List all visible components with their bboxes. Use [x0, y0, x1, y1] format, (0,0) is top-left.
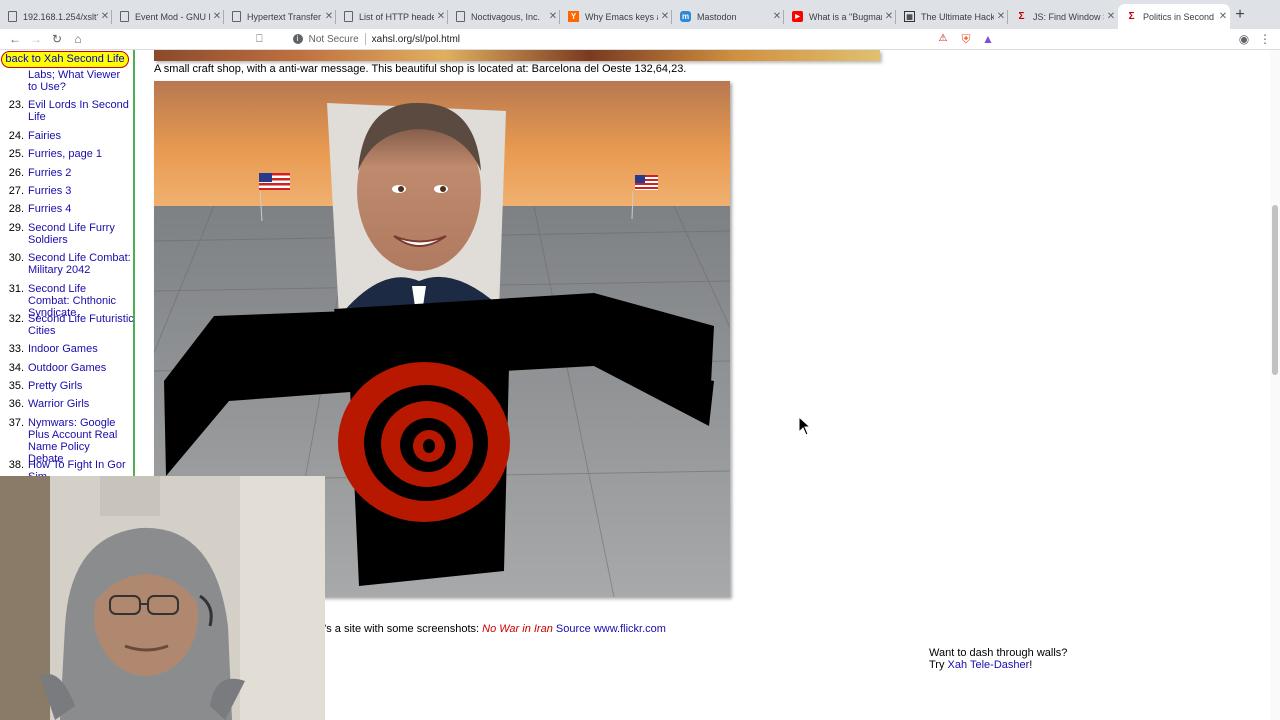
close-icon[interactable]: ✕ [1104, 11, 1118, 22]
youtube-icon: ▶ [792, 11, 803, 22]
close-icon[interactable]: ✕ [434, 11, 448, 22]
tab-strip: 192.168.1.254/xslt?... ✕ Event Mod - GNU… [0, 0, 1280, 29]
sidebar-item[interactable]: 24. Fairies [6, 130, 133, 142]
sidebar-item[interactable]: 26. Furries 2 [6, 167, 133, 179]
hackernews-icon: Y [568, 11, 579, 22]
brave-shield-icon[interactable]: ⛨ [958, 31, 974, 47]
close-icon[interactable]: ✕ [882, 11, 896, 22]
banner-image [154, 50, 880, 61]
tab-8[interactable]: ▶ What is a "Bugman"... ✕ [784, 4, 896, 29]
tab-title: List of HTTP heade... [359, 11, 434, 22]
sidebar-item[interactable]: 29. Second Life Furry Soldiers [6, 222, 133, 246]
tab-title: The Ultimate Hacki... [921, 11, 994, 22]
xah-tele-dasher-link[interactable]: Xah Tele-Dasher [948, 659, 1030, 671]
reload-icon[interactable]: ↻ [49, 31, 65, 47]
menu-icon[interactable]: ⋮ [1257, 31, 1273, 47]
tab-title: Hypertext Transfer ... [247, 11, 322, 22]
flickr-link[interactable]: www.flickr.com [594, 623, 666, 635]
doc-icon [8, 11, 17, 22]
tab-title: 192.168.1.254/xslt?... [23, 11, 98, 22]
browser-toolbar: ← → ↻ ⌂ ⎕ i Not Secure xahsl.org/sl/pol.… [0, 29, 1280, 50]
tab-title: Noctivagous, Inc. [471, 11, 541, 22]
tab-title: JS: Find Window Si... [1033, 11, 1104, 22]
close-icon[interactable]: ✕ [994, 11, 1008, 22]
scrollbar-thumb[interactable] [1272, 205, 1278, 375]
rewards-icon[interactable]: ▲ [980, 31, 996, 47]
sidebar-item-viewer[interactable]: Labs; What Viewer to Use? [28, 69, 132, 93]
forward-arrow-icon[interactable]: → [28, 31, 44, 47]
scrollbar-track[interactable] [1270, 50, 1280, 720]
tab-10[interactable]: Σ JS: Find Window Si... ✕ [1008, 4, 1118, 29]
site-icon: ▦ [904, 11, 915, 22]
close-icon[interactable]: ✕ [322, 11, 336, 22]
photo-caption: A small craft shop, with a anti-war mess… [154, 63, 687, 75]
profile-icon[interactable]: ◉ [1236, 31, 1252, 47]
tab-6[interactable]: Y Why Emacs keys ar... ✕ [560, 4, 672, 29]
tele-dasher-ad: Want to dash through walls? Try Xah Tele… [929, 647, 1068, 671]
blocked-icon[interactable]: ⚠ [935, 31, 951, 47]
tab-active[interactable]: Σ Politics in Second L... ✕ [1118, 4, 1230, 29]
tab-4[interactable]: List of HTTP heade... ✕ [336, 4, 448, 29]
security-label: Not Secure [308, 33, 359, 45]
back-arrow-icon[interactable]: ← [7, 31, 23, 47]
close-icon[interactable]: ✕ [98, 11, 112, 22]
sidebar-item[interactable]: 32. Second Life Futuristic Cities [6, 313, 133, 337]
tab-1[interactable]: 192.168.1.254/xslt?... ✕ [0, 4, 112, 29]
info-icon[interactable]: i [292, 34, 303, 44]
url-text[interactable]: xahsl.org/sl/pol.html [372, 34, 460, 45]
sidebar-item[interactable]: 27. Furries 3 [6, 185, 133, 197]
tab-5[interactable]: Noctivagous, Inc. ✕ [448, 4, 560, 29]
sidebar-item[interactable]: 37. Nymwars: Google Plus Account Real Nam… [6, 417, 133, 465]
close-icon[interactable]: ✕ [210, 11, 224, 22]
doc-icon [344, 11, 353, 22]
source-label[interactable]: Source [556, 623, 591, 635]
tab-title: What is a "Bugman"... [809, 11, 882, 22]
dash-question: Want to dash through walls? [929, 647, 1068, 659]
tab-title: Mastodon [697, 11, 737, 22]
home-icon[interactable]: ⌂ [70, 31, 86, 47]
webcam-overlay [0, 476, 325, 720]
tab-9[interactable]: ▦ The Ultimate Hacki... ✕ [896, 4, 1008, 29]
doc-icon [120, 11, 129, 22]
sidebar-item[interactable]: 34. Outdoor Games [6, 362, 133, 374]
tab-2[interactable]: Event Mod - GNU E... ✕ [112, 4, 224, 29]
no-war-in-iran-title: No War in Iran [482, 623, 553, 635]
screenshots-source-line: e's a site with some screenshots: No War… [318, 623, 666, 635]
close-icon[interactable]: ✕ [546, 11, 560, 22]
sidebar-item[interactable]: 35. Pretty Girls [6, 380, 133, 392]
sidebar-item[interactable]: 28. Furries 4 [6, 203, 133, 215]
sidebar-item[interactable]: 38.How To Fight In Gor Sim [6, 459, 133, 476]
sidebar-item[interactable]: 25. Furries, page 1 [6, 148, 133, 160]
sidebar-item[interactable]: 36. Warrior Girls [6, 398, 133, 410]
bookmark-icon[interactable]: ⎕ [256, 33, 263, 46]
doc-icon [456, 11, 465, 22]
sidebar-item[interactable]: 33. Indoor Games [6, 343, 133, 355]
doc-icon [232, 11, 241, 22]
sidebar-nav: back to Xah Second Life Labs; What Viewe… [0, 50, 135, 476]
tab-7[interactable]: m Mastodon ✕ [672, 4, 784, 29]
sigma-icon: Σ [1018, 11, 1025, 22]
new-tab-button[interactable]: + [1232, 6, 1248, 24]
close-icon[interactable]: ✕ [770, 11, 784, 22]
sidebar-item[interactable]: 23. Evil Lords In Second Life [6, 99, 133, 123]
tab-title: Why Emacs keys ar... [585, 11, 658, 22]
tab-title: Event Mod - GNU E... [135, 11, 210, 22]
close-icon[interactable]: ✕ [1216, 11, 1230, 22]
address-bar[interactable]: ⎕ i Not Secure xahsl.org/sl/pol.html [256, 29, 1010, 49]
sigma-icon: Σ [1128, 11, 1135, 22]
sidebar-item[interactable]: 30. Second Life Combat: Military 2042 [6, 252, 133, 276]
close-icon[interactable]: ✕ [658, 11, 672, 22]
mastodon-icon: m [680, 11, 691, 22]
tab-3[interactable]: Hypertext Transfer ... ✕ [224, 4, 336, 29]
tab-title: Politics in Second L... [1143, 11, 1216, 22]
back-to-xah-second-life-button[interactable]: back to Xah Second Life [1, 51, 129, 68]
mouse-cursor-icon [798, 416, 812, 436]
